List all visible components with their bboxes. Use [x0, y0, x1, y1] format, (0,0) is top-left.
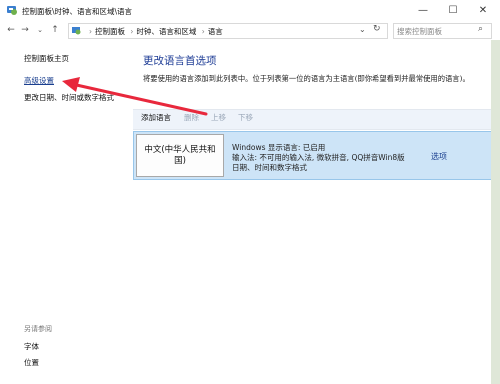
minimize-button[interactable]: — [408, 0, 438, 20]
sidebar-home-link[interactable]: 控制面板主页 [24, 53, 69, 64]
page-title: 更改语言首选项 [143, 55, 217, 67]
address-dropdown-icon[interactable]: ⌄ [359, 25, 366, 34]
options-link[interactable]: 选项 [431, 151, 447, 162]
search-placeholder: 搜索控制面板 [397, 27, 442, 36]
control-panel-small-icon [72, 27, 81, 35]
breadcrumb-control-panel[interactable]: 控制面板 [95, 27, 125, 36]
forward-arrow-icon[interactable]: → [18, 23, 32, 37]
move-down-button[interactable]: 下移 [238, 112, 253, 123]
breadcrumb-clock-language-region[interactable]: 时钟、语言和区域 [136, 27, 196, 36]
window-edge [491, 40, 500, 384]
add-language-button[interactable]: 添加语言 [141, 112, 171, 123]
breadcrumb: › 控制面板 › 时钟、语言和区域 › 语言 [89, 27, 223, 36]
see-also-heading: 另请参阅 [24, 325, 52, 333]
close-button[interactable]: ✕ [468, 0, 498, 20]
sidebar-change-date-link[interactable]: 更改日期、时间或数字格式 [24, 92, 114, 103]
annotation-arrow [62, 77, 208, 116]
move-up-button[interactable]: 上移 [211, 112, 226, 123]
date-format-text: 日期、时间和数字格式 [232, 163, 307, 172]
page-description: 将要使用的语言添加到此列表中。位于列表第一位的语言为主语言(即你希望看到并最常使… [143, 74, 470, 83]
remove-button[interactable]: 删除 [184, 112, 199, 123]
up-arrow-icon[interactable]: ↑ [48, 23, 62, 37]
breadcrumb-language[interactable]: 语言 [208, 27, 223, 36]
language-name-tile[interactable]: 中文(中华人民共和国) [136, 134, 224, 177]
window-title: 控制面板\时钟、语言和区域\语言 [22, 7, 133, 16]
back-arrow-icon[interactable]: ← [4, 23, 18, 37]
refresh-icon[interactable]: ↻ [373, 24, 381, 34]
control-panel-icon [7, 6, 17, 15]
recent-locations-icon[interactable]: ⌄ [33, 23, 47, 37]
search-icon[interactable]: ⌕ [478, 24, 483, 34]
sidebar-location-link[interactable]: 位置 [24, 357, 39, 368]
sidebar-advanced-settings-link[interactable]: 高级设置 [24, 75, 54, 86]
maximize-button[interactable]: ☐ [438, 0, 468, 20]
sidebar-fonts-link[interactable]: 字体 [24, 341, 39, 352]
